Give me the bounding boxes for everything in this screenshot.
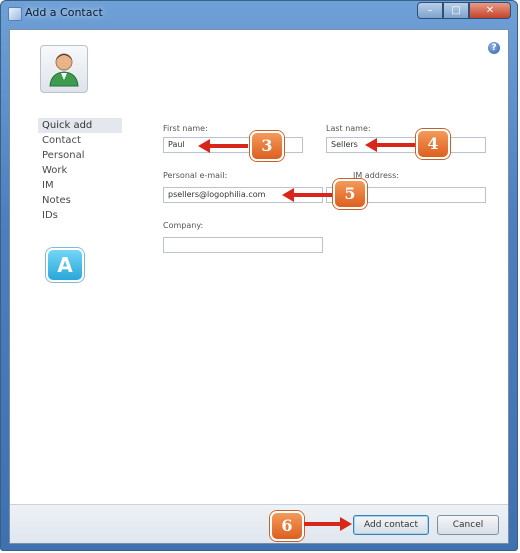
sidebar-item-quick-add[interactable]: Quick add bbox=[38, 118, 122, 133]
dialog-body: ? Quick add Contact Personal Work IM Not… bbox=[9, 29, 509, 544]
arrow-3-line bbox=[208, 144, 248, 148]
callout-a: A bbox=[46, 248, 84, 282]
sidebar-item-contact[interactable]: Contact bbox=[38, 133, 122, 148]
dialog-footer: 6 Add contact Cancel bbox=[10, 504, 508, 543]
first-name-label: First name: bbox=[163, 124, 208, 133]
sidebar-item-notes[interactable]: Notes bbox=[38, 193, 122, 208]
sidebar-item-work[interactable]: Work bbox=[38, 163, 122, 178]
title-bar[interactable]: Add a Contact – □ ✕ bbox=[1, 1, 517, 27]
close-button[interactable]: ✕ bbox=[469, 2, 511, 19]
window-controls: – □ ✕ bbox=[417, 2, 511, 20]
last-name-label: Last name: bbox=[326, 124, 371, 133]
maximize-button[interactable]: □ bbox=[443, 2, 469, 19]
arrow-6-line bbox=[304, 522, 340, 526]
sidebar-item-im[interactable]: IM bbox=[38, 178, 122, 193]
add-contact-button[interactable]: Add contact bbox=[353, 515, 429, 535]
callout-4: 4 bbox=[416, 129, 450, 159]
callout-6: 6 bbox=[270, 511, 304, 541]
sidebar-item-personal[interactable]: Personal bbox=[38, 148, 122, 163]
arrow-5-line bbox=[292, 193, 332, 197]
company-label: Company: bbox=[163, 221, 204, 230]
window-icon bbox=[8, 7, 22, 21]
contact-avatar-icon[interactable] bbox=[40, 45, 88, 93]
company-field[interactable] bbox=[163, 237, 323, 253]
personal-email-label: Personal e-mail: bbox=[163, 171, 228, 180]
person-icon bbox=[49, 53, 79, 87]
cancel-button[interactable]: Cancel bbox=[437, 515, 499, 535]
arrow-4-line bbox=[375, 143, 415, 147]
minimize-button[interactable]: – bbox=[417, 2, 443, 19]
help-icon[interactable]: ? bbox=[488, 42, 500, 54]
arrow-6-head bbox=[340, 517, 352, 531]
window-title: Add a Contact bbox=[25, 6, 103, 19]
sidebar: Quick add Contact Personal Work IM Notes… bbox=[38, 118, 122, 223]
add-contact-window: Add a Contact – □ ✕ ? Quick add Contact … bbox=[0, 0, 518, 551]
callout-3: 3 bbox=[250, 131, 284, 161]
sidebar-item-ids[interactable]: IDs bbox=[38, 208, 122, 223]
callout-5: 5 bbox=[333, 179, 367, 209]
